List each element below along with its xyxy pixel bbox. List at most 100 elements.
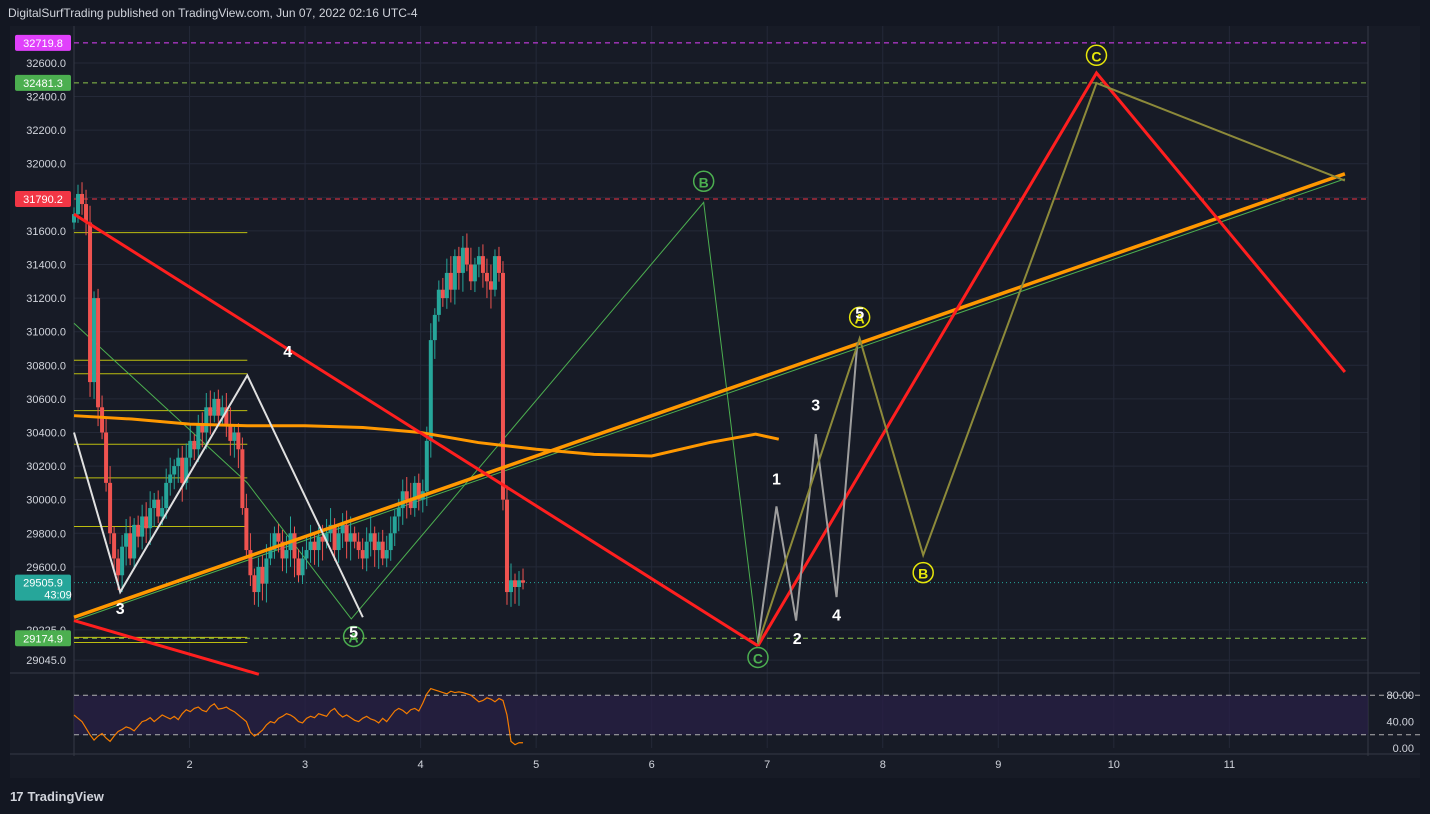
candle-body	[344, 524, 349, 542]
brand-name: TradingView	[27, 789, 104, 804]
candle-body	[508, 580, 513, 593]
price-tick-label: 29600.0	[26, 562, 66, 574]
rsi-band	[74, 695, 1368, 735]
candle-body	[428, 340, 433, 441]
candle-body	[120, 546, 125, 576]
wave-label: B	[918, 566, 928, 582]
candle-body	[124, 533, 129, 547]
candle-body	[440, 289, 445, 299]
candle-body	[172, 466, 177, 475]
price-tag-label: 31790.2	[23, 194, 63, 206]
price-chart[interactable]: 43BA5C1234A5BC32600.032400.032200.032000…	[10, 26, 1420, 778]
candle-body	[400, 491, 405, 509]
tradingview-logo-icon: 17	[10, 789, 24, 804]
candle-body	[476, 256, 481, 265]
candle-body	[232, 432, 237, 441]
candle-body	[384, 550, 389, 559]
red-trendline	[756, 70, 1347, 647]
candle-body	[260, 566, 265, 584]
candle-body	[80, 193, 85, 205]
time-tick-label: 8	[880, 759, 886, 771]
candle-body	[348, 533, 353, 542]
candle-body	[256, 566, 261, 593]
price-tick-label: 30000.0	[26, 495, 66, 507]
candle-body	[240, 449, 245, 509]
candle-body	[252, 575, 257, 593]
wave-label: 4	[283, 344, 292, 361]
candle-body	[236, 432, 241, 450]
candle-body	[412, 482, 417, 509]
red-trendline	[73, 619, 260, 676]
candle-body	[276, 533, 281, 542]
price-tick-label: 30800.0	[26, 360, 66, 372]
chart-panel[interactable]: 4 3 B A 5 C 1 2 3 4 A 5 B C 32600.0 32400.0 32200.0 32000…	[10, 26, 1420, 778]
candle-body	[504, 499, 509, 593]
time-tick-label: 7	[764, 759, 770, 771]
wave-label: 1	[772, 472, 781, 489]
wave-label: 5	[349, 624, 358, 641]
candle-body	[360, 550, 365, 559]
candle-body	[432, 314, 437, 341]
candle-body	[300, 558, 305, 576]
wave-label: 3	[116, 601, 125, 618]
candle-body	[444, 272, 449, 299]
candle-body	[404, 491, 409, 500]
orange-trendline	[73, 172, 1346, 619]
candle-body	[100, 407, 105, 433]
candle-body	[108, 482, 113, 534]
candle-body	[380, 541, 385, 559]
candle-body	[296, 558, 301, 576]
candle-body	[464, 247, 469, 265]
price-tick-label: 32600.0	[26, 58, 66, 70]
rsi-tick-label: 80.00	[1386, 690, 1414, 702]
price-tag-label: 29505.9	[23, 578, 63, 590]
price-tick-label: 31400.0	[26, 260, 66, 272]
candle-body	[188, 440, 193, 458]
candle-body	[136, 524, 141, 537]
candle-body	[164, 482, 169, 509]
candle-body	[468, 264, 473, 282]
candle-body	[376, 541, 381, 551]
candle-body	[308, 541, 313, 551]
candle-body	[452, 256, 457, 290]
candle-body	[364, 541, 369, 559]
candle-body	[88, 222, 93, 383]
candle-body	[244, 508, 249, 551]
price-tick-label: 32400.0	[26, 92, 66, 104]
wave-label: B	[699, 174, 709, 190]
candle-body	[512, 580, 517, 588]
candle-body	[388, 533, 393, 551]
candle-body	[396, 508, 401, 517]
price-tag-label: 32481.3	[23, 78, 63, 90]
wave-label: 3	[811, 398, 820, 415]
time-tick-label: 10	[1108, 759, 1120, 771]
candle-body	[204, 407, 209, 433]
candle-body	[116, 558, 121, 576]
price-tick-label: 32000.0	[26, 159, 66, 171]
candle-body	[216, 398, 221, 416]
price-tick-label: 31600.0	[26, 226, 66, 238]
time-tick-label: 3	[302, 759, 308, 771]
price-tick-label: 30400.0	[26, 427, 66, 439]
price-tag-label: 32719.8	[23, 38, 63, 50]
candle-body	[128, 533, 133, 559]
wave-label: 2	[793, 631, 802, 648]
candle-body	[196, 424, 201, 450]
candle-body	[436, 289, 441, 315]
candle-body	[76, 193, 81, 215]
candle-body	[96, 298, 101, 408]
price-tick-label: 30200.0	[26, 461, 66, 473]
wave-label: 5	[855, 305, 864, 322]
candle-body	[112, 533, 117, 559]
candle-body	[284, 550, 289, 559]
candle-body	[496, 256, 501, 273]
time-tick-label: 5	[533, 759, 539, 771]
candle-body	[352, 533, 357, 542]
tradingview-footer: 17 TradingView	[10, 789, 104, 804]
candle-body	[472, 264, 477, 282]
price-tick-label: 31200.0	[26, 293, 66, 305]
green-trendline	[73, 178, 1346, 622]
candle-body	[392, 516, 397, 534]
candle-body	[152, 499, 157, 509]
candle-body	[268, 550, 273, 559]
